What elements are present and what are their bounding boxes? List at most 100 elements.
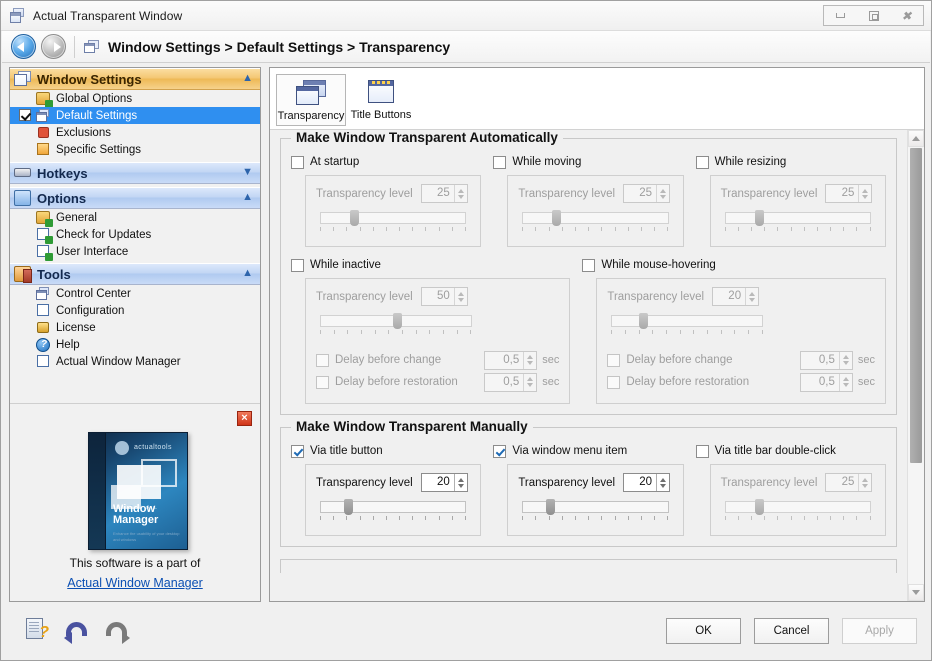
stepper-arrows-icon[interactable]	[656, 474, 669, 491]
sidebar-item-check-for-updates[interactable]: Check for Updates	[10, 226, 260, 243]
via-window-menu-level-stepper[interactable]: 20	[623, 473, 670, 492]
sidebar-item-global-options[interactable]: Global Options	[10, 90, 260, 107]
sidebar-section-options[interactable]: Options ▲	[10, 187, 260, 209]
while-inactive-level-stepper[interactable]: 50	[421, 287, 468, 306]
chevron-up-icon[interactable]: ▲	[242, 268, 253, 279]
minimize-button[interactable]	[824, 6, 857, 25]
sidebar-item-help[interactable]: Help	[10, 336, 260, 353]
sidebar-section-hotkeys[interactable]: Hotkeys ▼	[10, 162, 260, 184]
stepper-arrows-icon[interactable]	[656, 185, 669, 202]
back-arrow-icon[interactable]	[11, 34, 36, 59]
chevron-up-icon[interactable]: ▲	[242, 192, 253, 203]
forward-arrow-icon[interactable]	[41, 34, 66, 59]
scroll-down-icon[interactable]	[908, 584, 924, 601]
while-inactive-checkbox[interactable]	[291, 259, 304, 272]
help-icon[interactable]: ?	[24, 616, 50, 642]
while-inactive-delay-restore-checkbox[interactable]	[316, 376, 329, 389]
ok-button[interactable]: OK	[666, 618, 741, 644]
via-window-menu-item-checkbox[interactable]	[493, 445, 506, 458]
while-hover-delay-change-row[interactable]: Delay before change 0,5 sec	[607, 349, 875, 371]
while-resizing-level-stepper[interactable]: 25	[825, 184, 872, 203]
while-mouse-hovering-checkbox[interactable]	[582, 259, 595, 272]
sidebar-item-user-interface[interactable]: User Interface	[10, 243, 260, 260]
while-inactive-delay-restore-row[interactable]: Delay before restoration 0,5 sec	[316, 371, 559, 393]
via-window-menu-slider[interactable]	[518, 499, 672, 525]
promo-close-icon[interactable]: ×	[237, 411, 252, 426]
promo-link[interactable]: Actual Window Manager	[10, 576, 260, 590]
tab-title-buttons[interactable]: Title Buttons	[346, 74, 416, 126]
product-box-image: actualtools A C T U A L Window Manager E…	[88, 432, 188, 550]
sidebar-item-default-settings[interactable]: Default Settings	[10, 107, 260, 124]
via-title-button-checkbox[interactable]	[291, 445, 304, 458]
while-hover-delay-restore-row[interactable]: Delay before restoration 0,5 sec	[607, 371, 875, 393]
sidebar-item-license[interactable]: License	[10, 319, 260, 336]
sidebar-item-configuration[interactable]: Configuration	[10, 302, 260, 319]
undo-icon[interactable]	[64, 616, 90, 642]
while-inactive-delay-change-row[interactable]: Delay before change 0,5 sec	[316, 349, 559, 371]
scroll-area: Make Window Transparent Automatically At…	[270, 130, 924, 601]
while-moving-checkbox[interactable]	[493, 156, 506, 169]
while-hover-delay-change-checkbox[interactable]	[607, 354, 620, 367]
via-title-bar-double-click-checkbox[interactable]	[696, 445, 709, 458]
via-double-click-checkbox-line[interactable]: Via title bar double-click	[696, 442, 886, 460]
while-hover-delay-change-stepper[interactable]: 0,5	[800, 351, 853, 370]
stepper-arrows-icon[interactable]	[839, 352, 852, 369]
scrollbar-thumb[interactable]	[910, 148, 922, 463]
stepper-arrows-icon[interactable]	[523, 374, 536, 391]
default-settings-checkbox[interactable]	[19, 109, 31, 121]
while-resizing-checkbox-line[interactable]: While resizing	[696, 153, 886, 171]
via-title-button-level-stepper[interactable]: 20	[421, 473, 468, 492]
at-startup-slider[interactable]	[316, 210, 470, 236]
via-title-button-checkbox-line[interactable]: Via title button	[291, 442, 481, 460]
while-hover-delay-restore-checkbox[interactable]	[607, 376, 620, 389]
stepper-arrows-icon[interactable]	[745, 288, 758, 305]
while-resizing-checkbox[interactable]	[696, 156, 709, 169]
stepper-arrows-icon[interactable]	[454, 288, 467, 305]
while-inactive-slider[interactable]	[316, 313, 476, 339]
while-inactive-delay-restore-stepper[interactable]: 0,5	[484, 373, 537, 392]
redo-icon[interactable]	[104, 616, 130, 642]
while-moving-subpanel: Transparency level 25	[507, 175, 683, 247]
stepper-arrows-icon[interactable]	[858, 474, 871, 491]
at-startup-checkbox[interactable]	[291, 156, 304, 169]
sidebar-item-exclusions[interactable]: Exclusions	[10, 124, 260, 141]
sidebar-item-actual-window-manager[interactable]: Actual Window Manager	[10, 353, 260, 370]
while-hover-slider[interactable]	[607, 313, 767, 339]
sidebar-section-tools[interactable]: Tools ▲	[10, 263, 260, 285]
maximize-button[interactable]	[857, 6, 890, 25]
while-inactive-delay-change-checkbox[interactable]	[316, 354, 329, 367]
stepper-arrows-icon[interactable]	[523, 352, 536, 369]
while-moving-level-stepper[interactable]: 25	[623, 184, 670, 203]
stepper-arrows-icon[interactable]	[839, 374, 852, 391]
while-moving-slider[interactable]	[518, 210, 672, 236]
chevron-up-icon[interactable]: ▲	[242, 73, 253, 84]
while-moving-checkbox-line[interactable]: While moving	[493, 153, 683, 171]
at-startup-checkbox-line[interactable]: At startup	[291, 153, 481, 171]
via-title-button-slider[interactable]	[316, 499, 470, 525]
stepper-arrows-icon[interactable]	[454, 474, 467, 491]
at-startup-level-stepper[interactable]: 25	[421, 184, 468, 203]
sidebar-item-specific-settings[interactable]: Specific Settings	[10, 141, 260, 158]
sidebar-item-general[interactable]: General	[10, 209, 260, 226]
via-double-click-slider[interactable]	[721, 499, 875, 525]
sidebar-item-control-center[interactable]: Control Center	[10, 285, 260, 302]
while-inactive-delay-change-stepper[interactable]: 0,5	[484, 351, 537, 370]
gear-check-icon	[36, 211, 51, 225]
via-window-menu-checkbox-line[interactable]: Via window menu item	[493, 442, 683, 460]
while-inactive-level-value: 50	[422, 288, 454, 305]
close-button[interactable]: ✖	[890, 6, 923, 25]
while-hover-checkbox-line[interactable]: While mouse-hovering	[582, 256, 886, 274]
via-double-click-level-stepper[interactable]: 25	[825, 473, 872, 492]
chevron-down-icon[interactable]: ▼	[242, 167, 253, 178]
stepper-arrows-icon[interactable]	[454, 185, 467, 202]
scroll-up-icon[interactable]	[908, 130, 924, 147]
while-hover-delay-restore-stepper[interactable]: 0,5	[800, 373, 853, 392]
sidebar-section-window-settings[interactable]: Window Settings ▲	[10, 68, 260, 90]
cancel-button[interactable]: Cancel	[754, 618, 829, 644]
stepper-arrows-icon[interactable]	[858, 185, 871, 202]
while-inactive-checkbox-line[interactable]: While inactive	[291, 256, 570, 274]
while-hover-level-stepper[interactable]: 20	[712, 287, 759, 306]
while-resizing-slider[interactable]	[721, 210, 875, 236]
vertical-scrollbar[interactable]	[907, 130, 924, 601]
tab-transparency[interactable]: Transparency	[276, 74, 346, 126]
